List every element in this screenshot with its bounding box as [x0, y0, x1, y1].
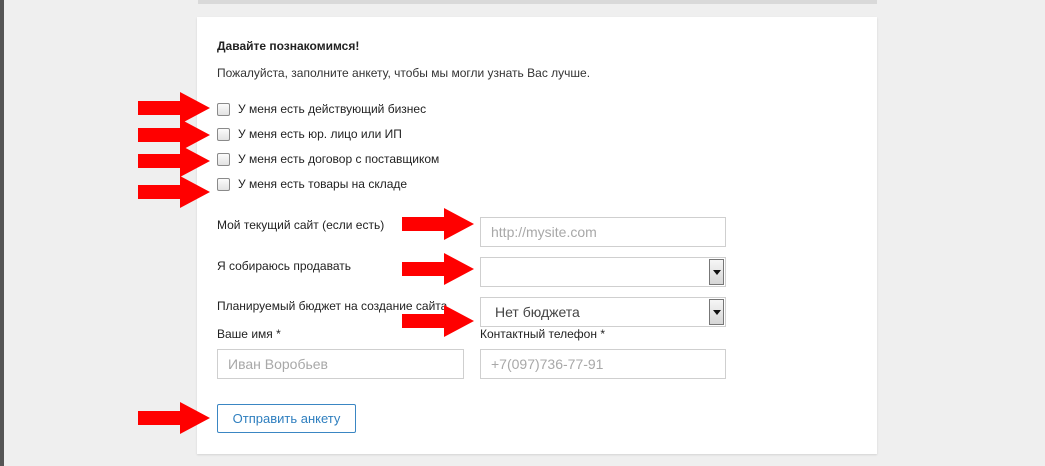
phone-input[interactable] — [480, 349, 726, 379]
red-arrow-icon — [402, 253, 474, 285]
sell-select[interactable] — [480, 257, 726, 287]
submit-button[interactable]: Отправить анкету — [217, 404, 356, 433]
checkbox-stock[interactable] — [217, 177, 230, 191]
name-label: Ваше имя * — [217, 327, 281, 341]
chevron-down-icon[interactable] — [709, 259, 724, 285]
name-input[interactable] — [217, 349, 464, 379]
checkbox-supplier-contract[interactable] — [217, 152, 230, 166]
checkbox-row-stock[interactable]: У меня есть товары на складе — [217, 177, 407, 191]
checkbox-label: У меня есть товары на складе — [238, 177, 408, 191]
checkbox-legal-entity[interactable] — [217, 127, 230, 141]
checkbox-row-supplier-contract[interactable]: У меня есть договор с поставщиком — [217, 152, 439, 166]
red-arrow-icon — [402, 305, 474, 337]
budget-select-value: Нет бюджета — [495, 304, 580, 320]
phone-label: Контактный телефон * — [480, 327, 605, 341]
checkbox-business[interactable] — [217, 102, 230, 116]
budget-select[interactable]: Нет бюджета — [480, 297, 726, 327]
checkbox-row-legal-entity[interactable]: У меня есть юр. лицо или ИП — [217, 127, 402, 141]
red-arrow-icon — [138, 402, 210, 434]
form-heading: Давайте познакомимся! — [217, 39, 360, 53]
checkbox-label: У меня есть юр. лицо или ИП — [238, 127, 402, 141]
checkbox-label: У меня есть действующий бизнес — [238, 102, 427, 116]
chevron-down-icon[interactable] — [709, 299, 724, 325]
red-arrow-icon — [138, 176, 210, 208]
red-arrow-icon — [402, 208, 474, 240]
site-label: Мой текущий сайт (если есть) — [217, 218, 385, 232]
form-intro: Пожалуйста, заполните анкету, чтобы мы м… — [217, 66, 591, 80]
sell-label: Я собираюсь продавать — [217, 259, 351, 273]
red-arrow-icon — [138, 145, 210, 177]
left-border — [0, 0, 4, 466]
checkbox-label: У меня есть договор с поставщиком — [238, 152, 440, 166]
checkbox-row-business[interactable]: У меня есть действующий бизнес — [217, 102, 426, 116]
site-input[interactable] — [480, 217, 726, 247]
previous-card-edge — [198, 0, 877, 4]
